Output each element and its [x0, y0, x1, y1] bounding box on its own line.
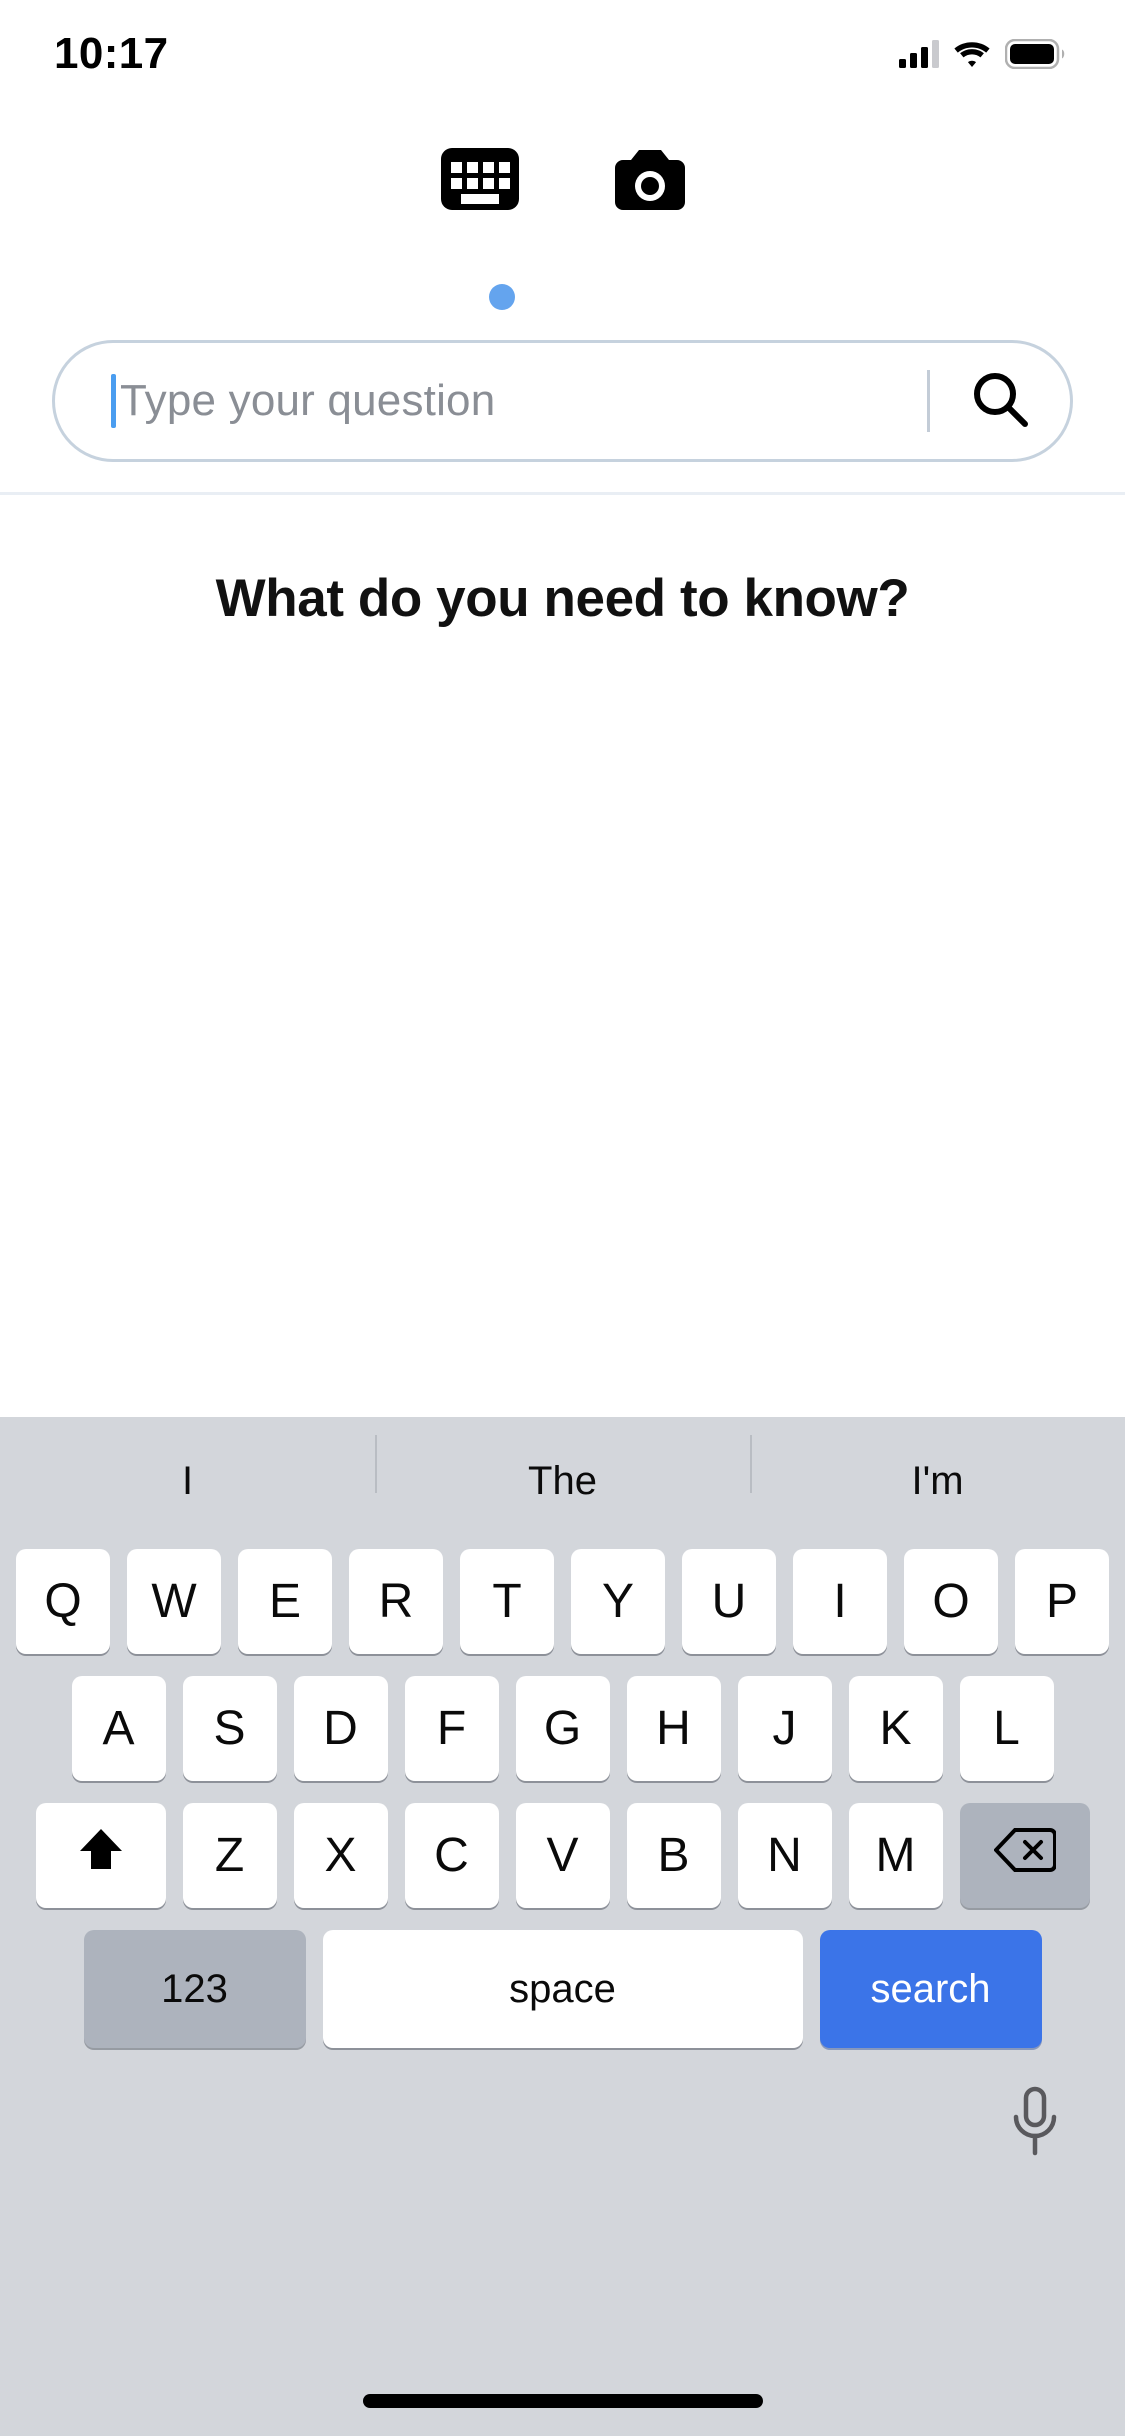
software-keyboard: I The I'm Q W E R T Y U I O P A S D F G … — [0, 1417, 1125, 2436]
keyboard-row-4: 123 space search — [0, 1930, 1125, 2048]
camera-icon — [614, 148, 685, 210]
search-input[interactable]: Type your question — [52, 340, 1073, 462]
status-time: 10:17 — [54, 29, 169, 78]
dictation-row — [0, 2048, 1125, 2198]
key-g[interactable]: G — [515, 1676, 610, 1781]
shift-arrow-icon — [75, 1824, 127, 1888]
cellular-signal-icon — [899, 40, 939, 68]
search-divider — [927, 370, 930, 432]
key-u[interactable]: U — [682, 1549, 776, 1654]
key-d[interactable]: D — [293, 1676, 388, 1781]
phone-screen: 10:17 Type your question What do you nee… — [0, 0, 1125, 2436]
microphone-icon — [1007, 2086, 1063, 2161]
key-m[interactable]: M — [848, 1803, 943, 1908]
key-j[interactable]: J — [737, 1676, 832, 1781]
active-mode-dot — [488, 284, 515, 310]
keyboard-icon — [440, 148, 519, 210]
text-caret — [111, 374, 116, 428]
suggestion-item[interactable]: I'm — [750, 1435, 1125, 1501]
camera-mode-button[interactable] — [614, 148, 685, 210]
key-z[interactable]: Z — [182, 1803, 277, 1908]
keyboard-row-3: Z X C V B N M — [0, 1803, 1125, 1908]
keyboard-row-1: Q W E R T Y U I O P — [0, 1549, 1125, 1654]
search-bar-container: Type your question — [0, 340, 1125, 480]
search-return-key[interactable]: search — [819, 1930, 1042, 2048]
key-w[interactable]: W — [127, 1549, 221, 1654]
key-p[interactable]: P — [1015, 1549, 1109, 1654]
status-bar: 10:17 — [0, 0, 1125, 100]
keyboard-row-2: A S D F G H J K L — [0, 1676, 1125, 1781]
search-placeholder: Type your question — [120, 376, 496, 425]
space-key[interactable]: space — [322, 1930, 803, 2048]
wifi-icon — [953, 40, 991, 68]
backspace-key[interactable] — [959, 1803, 1090, 1908]
search-icon — [969, 368, 1031, 435]
shift-key[interactable] — [35, 1803, 166, 1908]
key-e[interactable]: E — [238, 1549, 332, 1654]
backspace-icon — [992, 1826, 1057, 1886]
key-v[interactable]: V — [515, 1803, 610, 1908]
header-divider — [0, 492, 1125, 495]
battery-full-icon — [1005, 39, 1067, 69]
key-i[interactable]: I — [793, 1549, 887, 1654]
key-t[interactable]: T — [460, 1549, 554, 1654]
key-l[interactable]: L — [959, 1676, 1054, 1781]
dictation-button[interactable] — [1007, 2085, 1063, 2162]
status-indicators — [899, 31, 1067, 69]
keyboard-mode-button[interactable] — [440, 148, 519, 210]
numbers-key[interactable]: 123 — [83, 1930, 306, 2048]
key-h[interactable]: H — [626, 1676, 721, 1781]
suggestion-item[interactable]: The — [375, 1435, 750, 1501]
key-k[interactable]: K — [848, 1676, 943, 1781]
key-o[interactable]: O — [904, 1549, 998, 1654]
key-q[interactable]: Q — [16, 1549, 110, 1654]
key-y[interactable]: Y — [571, 1549, 665, 1654]
input-mode-toggles — [0, 148, 1125, 210]
key-a[interactable]: A — [71, 1676, 166, 1781]
key-n[interactable]: N — [737, 1803, 832, 1908]
key-r[interactable]: R — [349, 1549, 443, 1654]
suggestion-item[interactable]: I — [0, 1461, 375, 1501]
key-f[interactable]: F — [404, 1676, 499, 1781]
page-title: What do you need to know? — [215, 569, 910, 628]
search-submit-button[interactable] — [964, 368, 1036, 435]
home-indicator[interactable] — [362, 2394, 763, 2408]
key-c[interactable]: C — [404, 1803, 499, 1908]
key-b[interactable]: B — [626, 1803, 721, 1908]
key-s[interactable]: S — [182, 1676, 277, 1781]
key-x[interactable]: X — [293, 1803, 388, 1908]
suggestion-bar: I The I'm — [0, 1417, 1125, 1545]
